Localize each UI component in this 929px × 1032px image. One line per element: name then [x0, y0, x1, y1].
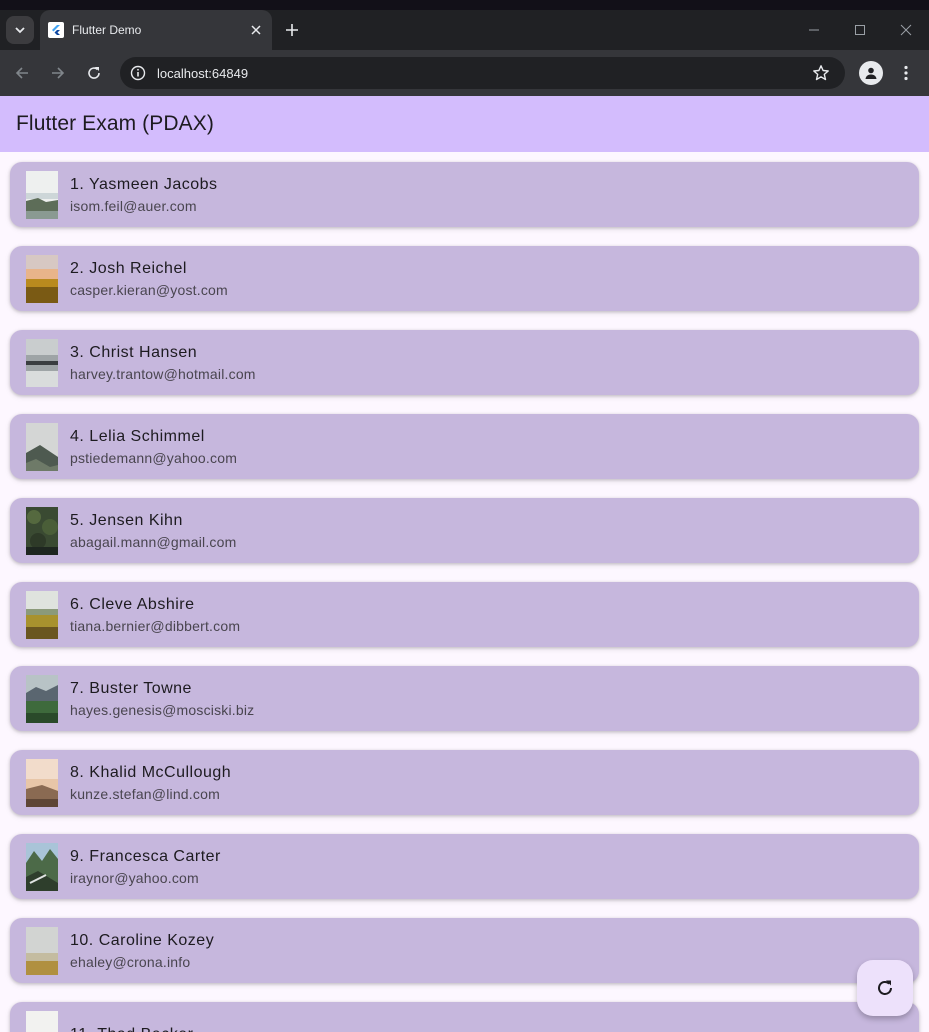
browser-tab-bar: Flutter Demo [0, 10, 929, 50]
user-photo [26, 506, 58, 555]
browser-menu-button[interactable] [896, 61, 916, 85]
url-text[interactable]: localhost:64849 [157, 66, 811, 81]
tab-search-button[interactable] [6, 16, 34, 44]
app-bar: Flutter Exam (PDAX) [0, 96, 929, 152]
page-title: Flutter Exam (PDAX) [16, 112, 214, 135]
list-item[interactable]: 8. Khalid McCullough kunze.stefan@lind.c… [10, 750, 919, 815]
list-item[interactable]: 2. Josh Reichel casper.kieran@yost.com [10, 246, 919, 311]
browser-tab[interactable]: Flutter Demo [40, 10, 272, 50]
new-tab-button[interactable] [280, 18, 304, 42]
os-top-strip [0, 0, 929, 10]
user-photo [26, 338, 58, 387]
list-item[interactable]: 7. Buster Towne hayes.genesis@mosciski.b… [10, 666, 919, 731]
reload-button[interactable] [82, 61, 106, 85]
back-button[interactable] [10, 61, 34, 85]
user-name: 10. Caroline Kozey [70, 931, 215, 949]
more-vert-icon [904, 65, 908, 81]
user-name: 2. Josh Reichel [70, 259, 187, 277]
refresh-button[interactable] [857, 960, 913, 1016]
user-name: 4. Lelia Schimmel [70, 427, 205, 445]
user-email: casper.kieran@yost.com [70, 281, 228, 298]
list-item[interactable]: 4. Lelia Schimmel pstiedemann@yahoo.com [10, 414, 919, 479]
user-email: harvey.trantow@hotmail.com [70, 365, 256, 382]
user-photo [26, 422, 58, 471]
user-email: abagail.mann@gmail.com [70, 533, 237, 550]
list-item[interactable]: 3. Christ Hansen harvey.trantow@hotmail.… [10, 330, 919, 395]
close-icon [900, 24, 912, 36]
list-item[interactable]: 9. Francesca Carter iraynor@yahoo.com [10, 834, 919, 899]
user-name: 9. Francesca Carter [70, 847, 221, 865]
list-item[interactable]: 5. Jensen Kihn abagail.mann@gmail.com [10, 498, 919, 563]
close-window-button[interactable] [896, 20, 916, 40]
address-bar[interactable]: localhost:64849 [120, 57, 845, 89]
user-photo [26, 758, 58, 807]
user-email: iraynor@yahoo.com [70, 869, 199, 886]
user-name: 1. Yasmeen Jacobs [70, 175, 218, 193]
list-item[interactable]: 6. Cleve Abshire tiana.bernier@dibbert.c… [10, 582, 919, 647]
flutter-favicon-icon [48, 22, 64, 38]
user-name: 8. Khalid McCullough [70, 763, 232, 781]
bookmark-star-icon[interactable] [811, 63, 831, 83]
user-photo [26, 1010, 58, 1032]
user-email: tiana.bernier@dibbert.com [70, 617, 241, 634]
user-email: kunze.stefan@lind.com [70, 785, 220, 802]
user-email: isom.feil@auer.com [70, 197, 197, 214]
user-photo [26, 674, 58, 723]
arrow-left-icon [15, 67, 28, 79]
user-photo [26, 254, 58, 303]
minimize-window-button[interactable] [804, 20, 824, 40]
browser-toolbar: localhost:64849 [0, 50, 929, 96]
site-info-icon[interactable] [128, 63, 148, 83]
forward-button[interactable] [46, 61, 70, 85]
user-name: 11. Thad Becker [70, 1024, 193, 1032]
user-email: pstiedemann@yahoo.com [70, 449, 238, 466]
user-email: hayes.genesis@mosciski.biz [70, 701, 255, 718]
refresh-icon [878, 980, 892, 995]
user-email: ehaley@crona.info [70, 953, 191, 970]
reload-icon [88, 67, 100, 79]
plus-icon [286, 24, 298, 36]
user-name: 6. Cleve Abshire [70, 595, 195, 613]
user-name: 7. Buster Towne [70, 679, 192, 697]
maximize-window-button[interactable] [850, 20, 870, 40]
profile-avatar-icon[interactable] [859, 61, 883, 85]
list-item[interactable]: 11. Thad Becker [10, 1002, 919, 1032]
chevron-down-icon [15, 27, 25, 34]
user-photo [26, 926, 58, 975]
user-photo [26, 590, 58, 639]
tab-title: Flutter Demo [72, 23, 142, 37]
list-item[interactable]: 1. Yasmeen Jacobs isom.feil@auer.com [10, 162, 919, 227]
user-name: 3. Christ Hansen [70, 343, 198, 361]
tab-close-icon[interactable] [246, 20, 266, 40]
user-list[interactable]: 1. Yasmeen Jacobs isom.feil@auer.com 2. … [0, 152, 929, 1032]
minimize-icon [809, 29, 819, 31]
arrow-right-icon [52, 67, 65, 79]
user-photo [26, 842, 58, 891]
user-photo [26, 170, 58, 219]
user-name: 5. Jensen Kihn [70, 511, 183, 529]
maximize-icon [855, 25, 865, 35]
list-item[interactable]: 10. Caroline Kozey ehaley@crona.info [10, 918, 919, 983]
